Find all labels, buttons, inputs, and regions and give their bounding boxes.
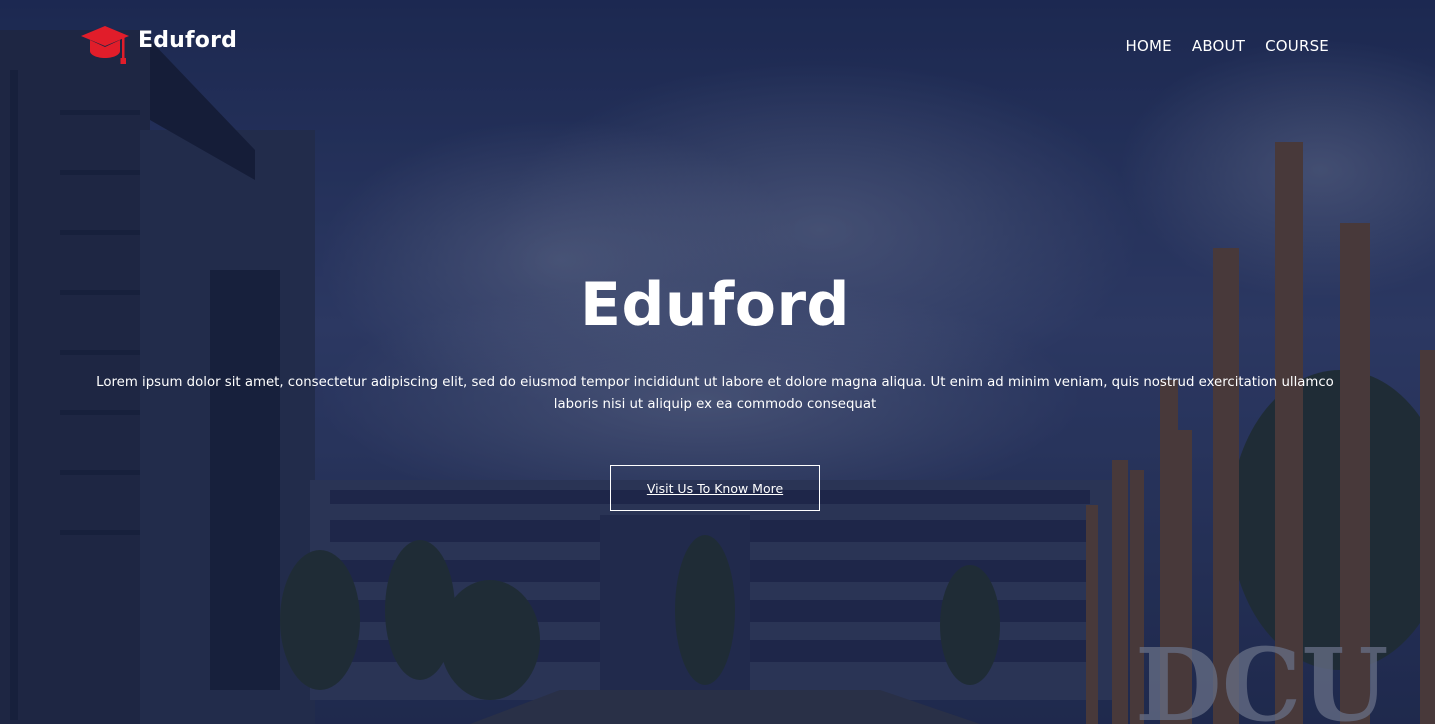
hero-description: Lorem ipsum dolor sit amet, consectetur … <box>96 375 1334 412</box>
visit-us-button[interactable]: Visit Us To Know More <box>610 465 820 511</box>
top-navigation: Eduford HOME ABOUT COURSE <box>0 0 1435 90</box>
brand-name: Eduford <box>138 27 238 53</box>
hero-title: Eduford <box>579 270 850 340</box>
nav-item-home[interactable]: HOME <box>1126 37 1172 55</box>
nav-menu: HOME ABOUT COURSE <box>1126 37 1329 55</box>
dark-overlay <box>0 0 1435 724</box>
graduation-cap-icon <box>81 26 129 64</box>
brand-logo[interactable]: Eduford <box>80 24 237 66</box>
hero-section: DCU Eduford HOME ABOUT COURSE Eduford Lo… <box>0 0 1435 724</box>
nav-item-about[interactable]: ABOUT <box>1192 37 1245 55</box>
nav-item-course[interactable]: COURSE <box>1265 37 1329 55</box>
